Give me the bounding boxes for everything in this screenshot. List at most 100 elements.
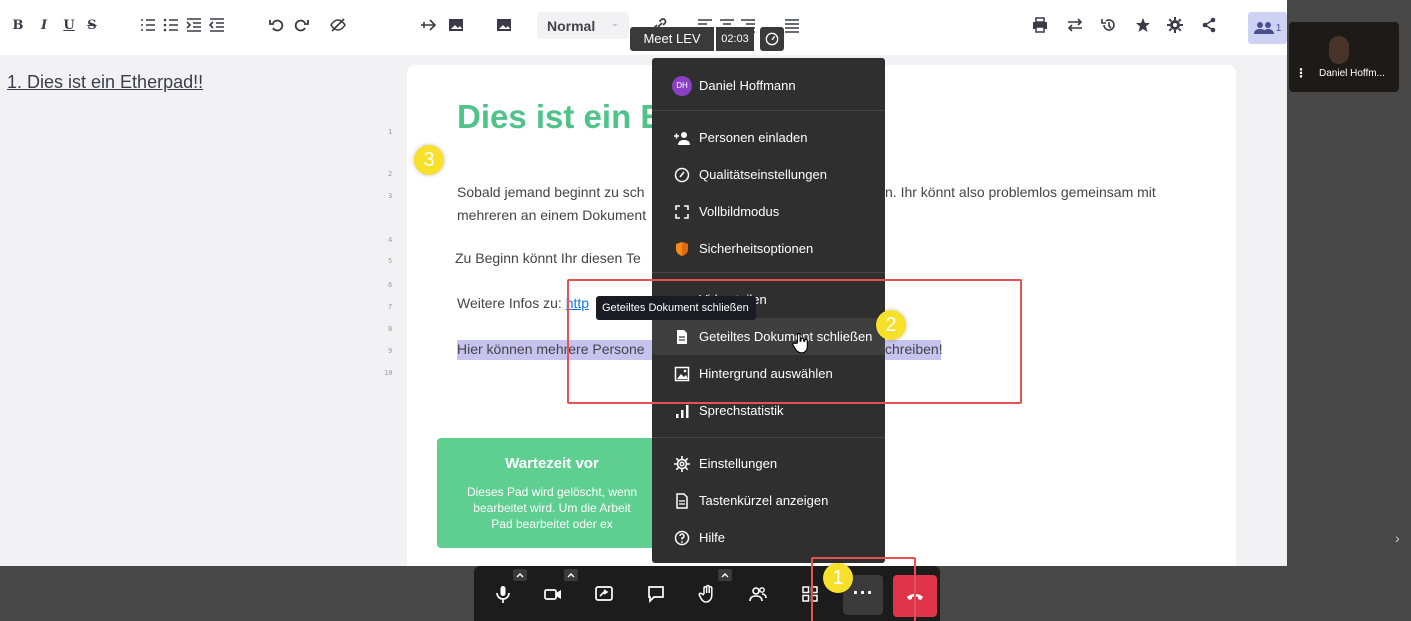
chat-button[interactable] [636, 566, 676, 621]
menu-profile[interactable]: DH Daniel Hoffmann [652, 67, 885, 104]
insert-heading-button[interactable] [419, 14, 437, 36]
redo-icon [294, 19, 309, 32]
menu-item-security[interactable]: Sicherheitsoptionen [652, 230, 885, 267]
paragraph-style-select[interactable]: Normal ⌄ [537, 12, 629, 39]
participants-button[interactable] [738, 566, 778, 621]
more-vertical-icon[interactable]: ⋮ [1295, 66, 1307, 80]
undo-button[interactable] [268, 14, 286, 36]
swap-icon [1067, 18, 1083, 32]
info-card: Wartezeit vor Dieses Pad wird gelöscht, … [437, 438, 667, 548]
plane-icon [421, 19, 436, 31]
table-of-contents-panel: 1. Dies ist ein Etherpad!! [0, 55, 407, 566]
info-card-title: Wartezeit vor [505, 455, 599, 472]
info-card-line: Pad bearbeitet oder ex [491, 517, 613, 531]
annotation-badge: 1 [823, 563, 853, 593]
ordered-list-button[interactable] [139, 14, 157, 36]
align-justify-button[interactable] [784, 14, 800, 36]
undo-icon [269, 19, 284, 32]
eye-off-icon [330, 18, 346, 32]
annotation-highlight-box [567, 279, 1022, 404]
bold-button[interactable]: B [10, 14, 26, 36]
menu-item-label: Vollbildmodus [699, 204, 780, 219]
menu-item-help[interactable]: Hilfe [652, 519, 885, 556]
menu-item-settings[interactable]: Einstellungen [652, 445, 885, 482]
users-button[interactable]: 1 [1248, 12, 1287, 44]
help-icon [674, 530, 690, 545]
menu-item-label: Qualitätseinstellungen [699, 167, 827, 182]
line-number: 8 [388, 325, 393, 333]
chevron-up-icon [516, 573, 524, 578]
camera-options-button[interactable] [564, 569, 578, 581]
share-icon [1202, 17, 1216, 33]
participant-video [1329, 36, 1349, 64]
import-export-button[interactable] [1066, 14, 1084, 36]
doc-line-7-text: Weitere Infos zu: [457, 295, 566, 311]
menu-item-label: Personen einladen [699, 130, 808, 145]
share-button[interactable] [1200, 14, 1218, 36]
keyboard-icon [676, 492, 688, 509]
star-button[interactable] [1134, 14, 1152, 36]
gear-icon [674, 455, 690, 472]
menu-item-quality[interactable]: Qualitätseinstellungen [652, 156, 885, 193]
menu-profile-name: Daniel Hoffmann [699, 78, 796, 93]
doc-line-5: Zu Beginn könnt Ihr diesen Te [455, 250, 641, 266]
outdent-button[interactable] [208, 14, 226, 36]
toc-item[interactable]: 1. Dies ist ein Etherpad!! [7, 72, 203, 93]
connection-quality-button[interactable] [760, 27, 784, 51]
clear-authorship-button[interactable] [329, 14, 347, 36]
italic-button[interactable]: I [36, 14, 52, 36]
chevron-up-icon [567, 573, 575, 578]
image-icon [449, 19, 463, 31]
line-number: 7 [388, 303, 393, 311]
redo-button[interactable] [292, 14, 310, 36]
strikethrough-button[interactable]: S [84, 14, 100, 36]
line-number: 1 [388, 128, 393, 136]
reactions-options-button[interactable] [718, 569, 732, 581]
participant-thumbnail[interactable]: ⋮ Daniel Hoffm... [1289, 22, 1399, 92]
align-justify-icon [785, 19, 799, 33]
unordered-list-button[interactable] [162, 14, 180, 36]
screen-share-button[interactable] [584, 566, 624, 621]
settings-button[interactable] [1166, 14, 1184, 36]
chat-icon [648, 585, 664, 603]
avatar: DH [672, 75, 692, 96]
print-button[interactable] [1031, 14, 1049, 36]
menu-item-label: Tastenkürzel anzeigen [699, 493, 829, 508]
gauge-icon [765, 32, 779, 46]
shield-icon [676, 241, 688, 256]
menu-item-shortcuts[interactable]: Tastenkürzel anzeigen [652, 482, 885, 519]
doc-line-3c: mehreren an einem Dokument [457, 207, 647, 223]
chevron-right-icon[interactable]: › [1395, 530, 1400, 546]
participant-name: Daniel Hoffm... [1319, 68, 1385, 79]
filmstrip [1287, 55, 1411, 566]
line-number: 5 [388, 257, 393, 265]
microphone-options-button[interactable] [513, 569, 527, 581]
timeslider-button[interactable] [1100, 14, 1118, 36]
fullscreen-icon [675, 204, 689, 219]
indent-button[interactable] [185, 14, 203, 36]
line-number: 3 [388, 192, 393, 200]
line-number: 6 [388, 281, 393, 289]
menu-divider [652, 272, 885, 273]
line-number: 2 [388, 170, 393, 178]
microphone-icon [496, 585, 510, 603]
indent-icon [186, 18, 201, 32]
line-number: 4 [388, 236, 393, 244]
add-person-icon [674, 131, 690, 145]
users-count: 1 [1275, 22, 1282, 34]
insert-media-button[interactable] [495, 14, 513, 36]
raise-hand-icon [698, 584, 713, 603]
gear-icon [1167, 17, 1183, 33]
menu-divider [652, 110, 885, 111]
menu-item-invite[interactable]: Personen einladen [652, 119, 885, 156]
underline-button[interactable]: U [61, 14, 77, 36]
insert-image-button[interactable] [447, 14, 465, 36]
history-icon [1101, 19, 1115, 31]
menu-item-fullscreen[interactable]: Vollbildmodus [652, 193, 885, 230]
menu-item-label: Einstellungen [699, 456, 778, 471]
annotation-badge: 3 [414, 145, 444, 175]
annotation-badge: 2 [876, 310, 906, 340]
gauge-icon [674, 167, 690, 182]
line-number: 10 [384, 369, 393, 377]
users-icon [1253, 22, 1274, 34]
